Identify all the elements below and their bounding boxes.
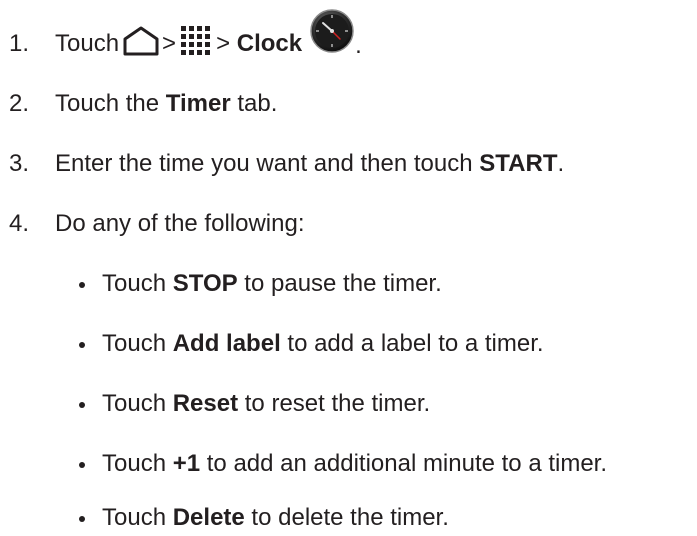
step-suffix: . <box>355 32 362 59</box>
button-name-start: START <box>479 150 558 177</box>
step-prefix: Touch the <box>55 90 166 117</box>
bullet-text: Touch Delete to delete the timer. <box>102 503 449 533</box>
bullet-suffix: to reset the timer. <box>238 390 431 417</box>
tab-name-timer: Timer <box>165 90 231 117</box>
bullet-prefix: Touch <box>102 330 173 357</box>
separator: > <box>162 30 177 57</box>
home-icon <box>123 26 159 56</box>
bullet-text: Touch +1 to add an additional minute to … <box>102 449 607 479</box>
bullet-keyword: Reset <box>172 390 239 417</box>
bullet-keyword: Add label <box>172 330 281 357</box>
step-text: Touch > > Clock . <box>55 9 362 59</box>
step-prefix: Enter the time you want and then touch <box>55 150 480 177</box>
step-number: 3. <box>9 150 30 177</box>
bullet-suffix: to delete the timer. <box>244 504 449 531</box>
step-text: Enter the time you want and then touch S… <box>55 149 564 179</box>
bullet-keyword: STOP <box>172 270 238 297</box>
app-name-clock: Clock <box>236 30 303 57</box>
bullet-keyword: +1 <box>172 450 201 477</box>
bullet-suffix: to add a label to a timer. <box>280 330 544 357</box>
bullet-text: Touch Add label to add a label to a time… <box>102 329 544 359</box>
bullet-icon <box>79 402 85 408</box>
separator: > <box>216 30 231 57</box>
bullet-text: Touch STOP to pause the timer. <box>102 269 442 299</box>
bullet-suffix: to pause the timer. <box>237 270 442 297</box>
bullet-prefix: Touch <box>102 270 173 297</box>
step-text: Touch the Timer tab. <box>55 89 277 119</box>
bullet-text: Touch Reset to reset the timer. <box>102 389 430 419</box>
bullet-prefix: Touch <box>102 390 173 417</box>
step-suffix: . <box>557 150 565 177</box>
clock-app-icon <box>310 9 354 53</box>
bullet-prefix: Touch <box>102 504 173 531</box>
bullet-icon <box>79 342 85 348</box>
step-number: 2. <box>9 90 30 117</box>
step-number: 1. <box>9 30 30 57</box>
bullet-icon <box>79 516 85 522</box>
bullet-prefix: Touch <box>102 450 173 477</box>
step-suffix: tab. <box>230 90 278 117</box>
bullet-keyword: Delete <box>172 504 245 531</box>
step-number: 4. <box>9 210 30 237</box>
bullet-suffix: to add an additional minute to a timer. <box>200 450 608 477</box>
bullet-icon <box>79 462 85 468</box>
step-text: Do any of the following: <box>55 210 305 237</box>
apps-grid-icon <box>181 26 211 55</box>
step-prefix: Touch <box>55 30 120 57</box>
bullet-icon <box>79 282 85 288</box>
